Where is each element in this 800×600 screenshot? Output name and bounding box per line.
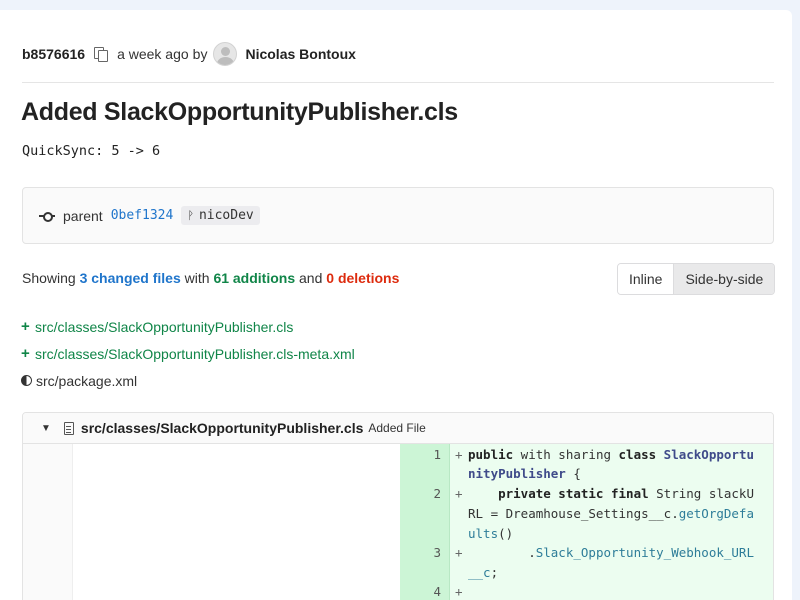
changed-files-list: + src/classes/SlackOpportunityPublisher.… xyxy=(21,313,355,394)
branch-badge[interactable]: ᚹ nicoDev xyxy=(181,206,260,225)
side-by-side-view-button[interactable]: Side-by-side xyxy=(673,264,775,294)
line-number[interactable]: 2 xyxy=(433,486,441,501)
right-line-gutter: 1 2 3 4 xyxy=(400,444,450,600)
deletions-count: 0 deletions xyxy=(326,270,400,286)
diff-sign: + xyxy=(455,545,463,560)
commit-time: a week ago xyxy=(117,46,189,62)
commit-header: b8576616 a week ago by Nicolas Bontoux xyxy=(22,42,774,66)
diff-file-header: ▼ src/classes/SlackOpportunityPublisher.… xyxy=(23,413,773,444)
summary-prefix: Showing xyxy=(22,270,76,286)
diff-file-status: Added File xyxy=(368,421,426,435)
additions-count: 61 additions xyxy=(213,270,296,286)
list-item[interactable]: + src/classes/SlackOpportunityPublisher.… xyxy=(21,313,355,340)
plus-icon: + xyxy=(21,318,30,335)
changed-files-link[interactable]: 3 changed files xyxy=(80,270,181,286)
page-title: Added SlackOpportunityPublisher.cls xyxy=(21,98,458,126)
parent-label: parent xyxy=(63,207,103,224)
parent-sha-link[interactable]: 0bef1324 xyxy=(111,208,174,223)
diff-file: ▼ src/classes/SlackOpportunityPublisher.… xyxy=(22,412,774,600)
commit-sha[interactable]: b8576616 xyxy=(22,46,85,62)
left-code-pane xyxy=(74,444,400,600)
file-path: src/classes/SlackOpportunityPublisher.cl… xyxy=(35,318,294,335)
file-path: src/package.xml xyxy=(36,372,138,389)
commit-icon xyxy=(39,211,55,222)
list-item[interactable]: src/package.xml xyxy=(21,367,355,394)
view-toggle: Inline Side-by-side xyxy=(617,263,776,295)
diff-file-path[interactable]: src/classes/SlackOpportunityPublisher.cl… xyxy=(81,420,363,436)
commit-description: QuickSync: 5 -> 6 xyxy=(22,143,161,159)
copy-icon[interactable] xyxy=(94,47,109,62)
diff-sign: + xyxy=(455,584,463,599)
left-line-gutter xyxy=(23,444,73,600)
file-icon xyxy=(63,421,74,435)
summary-with: with xyxy=(184,270,210,286)
summary-and: and xyxy=(299,270,323,286)
line-number[interactable]: 1 xyxy=(433,447,441,462)
right-code-pane: + public with sharing class SlackOpportu… xyxy=(450,444,773,600)
list-item[interactable]: + src/classes/SlackOpportunityPublisher.… xyxy=(21,340,355,367)
avatar[interactable] xyxy=(213,42,238,66)
branch-name: nicoDev xyxy=(198,208,254,223)
diff-sign: + xyxy=(455,447,463,462)
divider xyxy=(22,82,774,83)
diff-sign: + xyxy=(455,486,463,501)
half-circle-icon xyxy=(21,375,32,386)
line-number[interactable]: 4 xyxy=(433,584,441,599)
by-label: by xyxy=(192,46,208,62)
plus-icon: + xyxy=(21,345,30,362)
inline-view-button[interactable]: Inline xyxy=(618,264,674,294)
chevron-down-icon[interactable]: ▼ xyxy=(41,423,51,434)
author-name[interactable]: Nicolas Bontoux xyxy=(245,46,355,62)
file-path: src/classes/SlackOpportunityPublisher.cl… xyxy=(35,345,355,362)
branch-icon: ᚹ xyxy=(187,209,194,222)
diff-body: 1 2 3 4 + public with sharing class Slac… xyxy=(23,444,773,600)
line-number[interactable]: 3 xyxy=(433,545,441,560)
parent-info: parent 0bef1324 ᚹ nicoDev xyxy=(22,187,774,244)
diff-summary: Showing 3 changed files with 61 addition… xyxy=(22,270,399,286)
